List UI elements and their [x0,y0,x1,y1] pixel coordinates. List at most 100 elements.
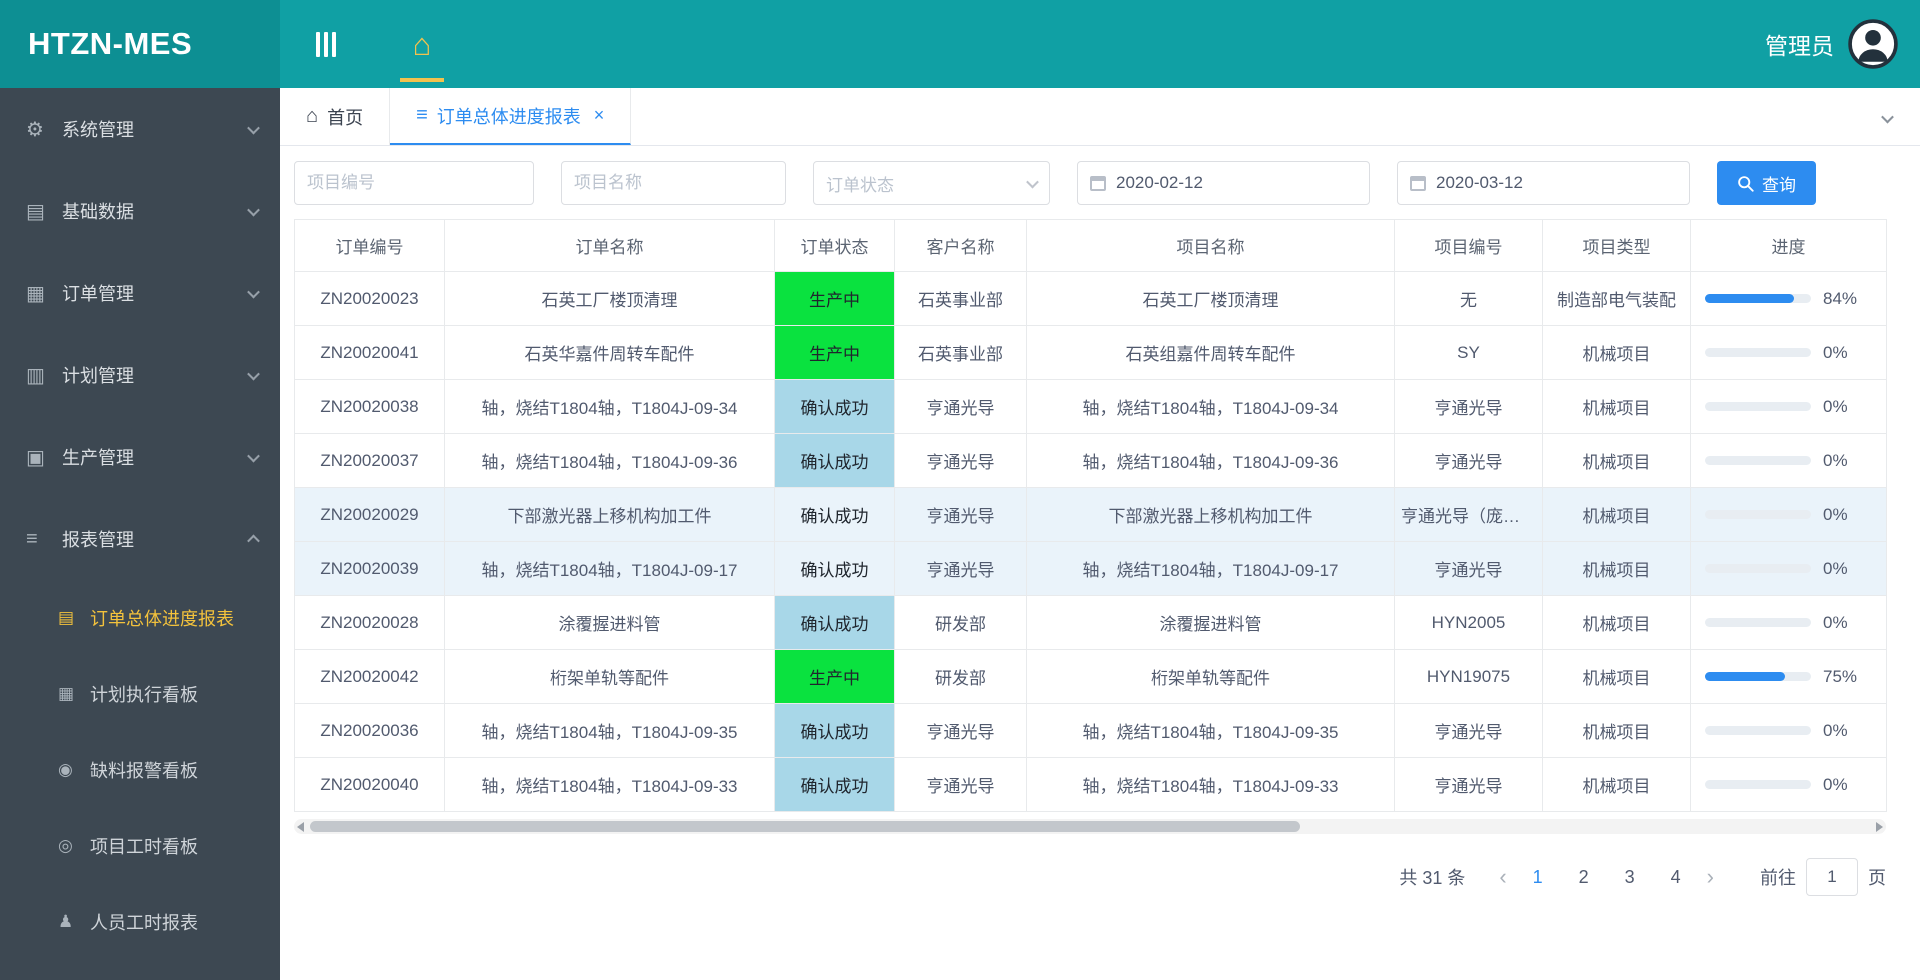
collapse-menu-icon[interactable] [316,31,336,57]
cell-progress: 0% [1690,487,1887,542]
cell-project-name: 轴，烧结T1804轴，T1804J-09-33 [1026,757,1395,812]
table-row[interactable]: ZN20020028 涂覆握进料管 确认成功 研发部 涂覆握进料管 HYN2005 机械项目… [294,595,1887,650]
sidebar-item-5[interactable]: ≡ 报表管理 [0,498,280,580]
progress-value: 0% [1823,342,1848,362]
cell-project-name: 轴，烧结T1804轴，T1804J-09-35 [1026,703,1395,758]
table-row[interactable]: ZN20020042 桁架单轨等配件 生产中 研发部 桁架单轨等配件 HYN19075 机械… [294,649,1887,704]
tab-0[interactable]: ⌂ 首页 [280,88,391,145]
sidebar-item-4[interactable]: ▣ 生产管理 [0,416,280,498]
chevron-down-icon [1880,110,1894,123]
prev-page-icon[interactable]: ‹ [1495,866,1510,888]
user-avatar[interactable] [1848,19,1898,69]
sidebar-subitem-3[interactable]: ◎ 项目工时看板 [0,808,280,884]
cell-project-type: 机械项目 [1542,541,1691,596]
home-icon: ⌂ [306,105,319,127]
progress-bar [1705,672,1811,681]
sidebar-subitem-label: 计划执行看板 [90,685,198,705]
progress-bar [1705,618,1811,627]
page-number-3[interactable]: 3 [1619,867,1641,888]
progress-value: 0% [1823,720,1848,740]
sidebar-item-label: 计划管理 [62,366,134,386]
tabs-dropdown-button[interactable] [1872,106,1902,130]
page-number-2[interactable]: 2 [1573,867,1595,888]
avatar-person-icon [1848,19,1898,69]
table-row[interactable]: ZN20020037 轴，烧结T1804轴，T1804J-09-36 确认成功 亨通光… [294,433,1887,488]
cell-project-type: 机械项目 [1542,595,1691,650]
scroll-left-arrow-icon[interactable] [297,822,304,832]
cell-order-no: ZN20020042 [294,649,445,704]
sidebar-subitem-1[interactable]: ▦ 计划执行看板 [0,656,280,732]
close-icon[interactable]: × [594,105,605,126]
app-logo: HTZN-MES [0,0,280,88]
cell-order-name: 轴，烧结T1804轴，T1804J-09-36 [444,433,775,488]
table-row[interactable]: ZN20020040 轴，烧结T1804轴，T1804J-09-33 确认成功 亨通光… [294,757,1887,812]
cell-project-type: 机械项目 [1542,325,1691,380]
table-row[interactable]: ZN20020036 轴，烧结T1804轴，T1804J-09-35 确认成功 亨通光… [294,703,1887,758]
scrollbar-thumb[interactable] [310,821,1300,832]
home-nav-button[interactable]: ⌂ [394,0,450,88]
search-button-label: 查询 [1762,175,1796,195]
cell-project-no: 无 [1394,271,1543,326]
search-button[interactable]: 查询 [1717,161,1816,205]
cell-order-no: ZN20020040 [294,757,445,812]
progress-value: 0% [1823,450,1848,470]
cell-order-name: 下部激光器上移机构加工件 [444,487,775,542]
production-icon: ▣ [26,446,45,469]
sidebar-item-0[interactable]: ⚙ 系统管理 [0,88,280,170]
plan-board-icon: ▦ [58,684,75,703]
sidebar-item-1[interactable]: ▤ 基础数据 [0,170,280,252]
next-page-icon[interactable]: › [1703,866,1718,888]
goto-suffix: 页 [1868,868,1886,888]
project-name-filter [561,161,786,205]
order-icon: ▦ [26,282,45,305]
sidebar-subitem-2[interactable]: ◉ 缺料报警看板 [0,732,280,808]
sidebar-menu: ⚙ 系统管理 ▤ 基础数据 ▦ 订单管理 ▥ 计划管理 ▣ 生产管理 ≡ 报表管理 ▤ 订单总体进度报表 ▦… [0,88,280,960]
project-name-input[interactable] [574,162,773,204]
cell-project-name: 轴，烧结T1804轴，T1804J-09-17 [1026,541,1395,596]
cell-project-no: 亨通光导 [1394,757,1543,812]
goto-page-input[interactable] [1806,858,1858,896]
cell-customer-name: 石英事业部 [894,271,1027,326]
progress-value: 0% [1823,396,1848,416]
cell-order-no: ZN20020023 [294,271,445,326]
project-no-input[interactable] [307,162,521,204]
cell-project-no: 亨通光导（庞耀） [1394,487,1543,542]
table-row[interactable]: ZN20020023 石英工厂楼顶清理 生产中 石英事业部 石英工厂楼顶清理无制造部电气… [294,271,1887,326]
tab-1[interactable]: ≡ 订单总体进度报表 × [390,88,632,145]
sidebar-item-3[interactable]: ▥ 计划管理 [0,334,280,416]
cell-project-name: 轴，烧结T1804轴，T1804J-09-36 [1026,433,1395,488]
plan-icon: ▥ [26,364,45,387]
table-row[interactable]: ZN20020029 下部激光器上移机构加工件 确认成功 亨通光导 下部激光器上移机构加… [294,487,1887,542]
date-to-input[interactable] [1436,162,1677,204]
cell-order-name: 涂覆握进料管 [444,595,775,650]
table-row[interactable]: ZN20020041 石英华嘉件周转车配件 生产中 石英事业部 石英组嘉件周转车配件 SY… [294,325,1887,380]
sidebar-subitem-label: 缺料报警看板 [90,761,198,781]
cell-project-no: HYN19075 [1394,649,1543,704]
sidebar-subitem-4[interactable]: ♟ 人员工时报表 [0,884,280,960]
cell-customer-name: 研发部 [894,649,1027,704]
date-from-input[interactable] [1116,162,1357,204]
cell-project-name: 桁架单轨等配件 [1026,649,1395,704]
page-number-1[interactable]: 1 [1527,867,1549,888]
chevron-down-icon [247,367,260,380]
table-row[interactable]: ZN20020038 轴，烧结T1804轴，T1804J-09-34 确认成功 亨通光… [294,379,1887,434]
cell-order-no: ZN20020029 [294,487,445,542]
goto-label: 前往 [1760,868,1796,888]
cell-order-name: 轴，烧结T1804轴，T1804J-09-34 [444,379,775,434]
column-header: 进度 [1690,219,1887,272]
cell-project-name: 石英工厂楼顶清理 [1026,271,1395,326]
progress-bar [1705,456,1811,465]
scroll-right-arrow-icon[interactable] [1876,822,1883,832]
order-status-select[interactable]: 订单状态 [813,161,1050,205]
sidebar-item-2[interactable]: ▦ 订单管理 [0,252,280,334]
date-to-picker[interactable] [1397,161,1690,205]
date-from-picker[interactable] [1077,161,1370,205]
progress-bar [1705,564,1811,573]
table-row[interactable]: ZN20020039 轴，烧结T1804轴，T1804J-09-17 确认成功 亨通光… [294,541,1887,596]
cell-order-status: 生产中 [774,271,895,326]
page-list: 1 2 3 4 [1527,867,1687,888]
sidebar-subitem-0[interactable]: ▤ 订单总体进度报表 [0,580,280,656]
horizontal-scrollbar[interactable] [294,819,1886,834]
cell-project-type: 机械项目 [1542,703,1691,758]
page-number-4[interactable]: 4 [1665,867,1687,888]
